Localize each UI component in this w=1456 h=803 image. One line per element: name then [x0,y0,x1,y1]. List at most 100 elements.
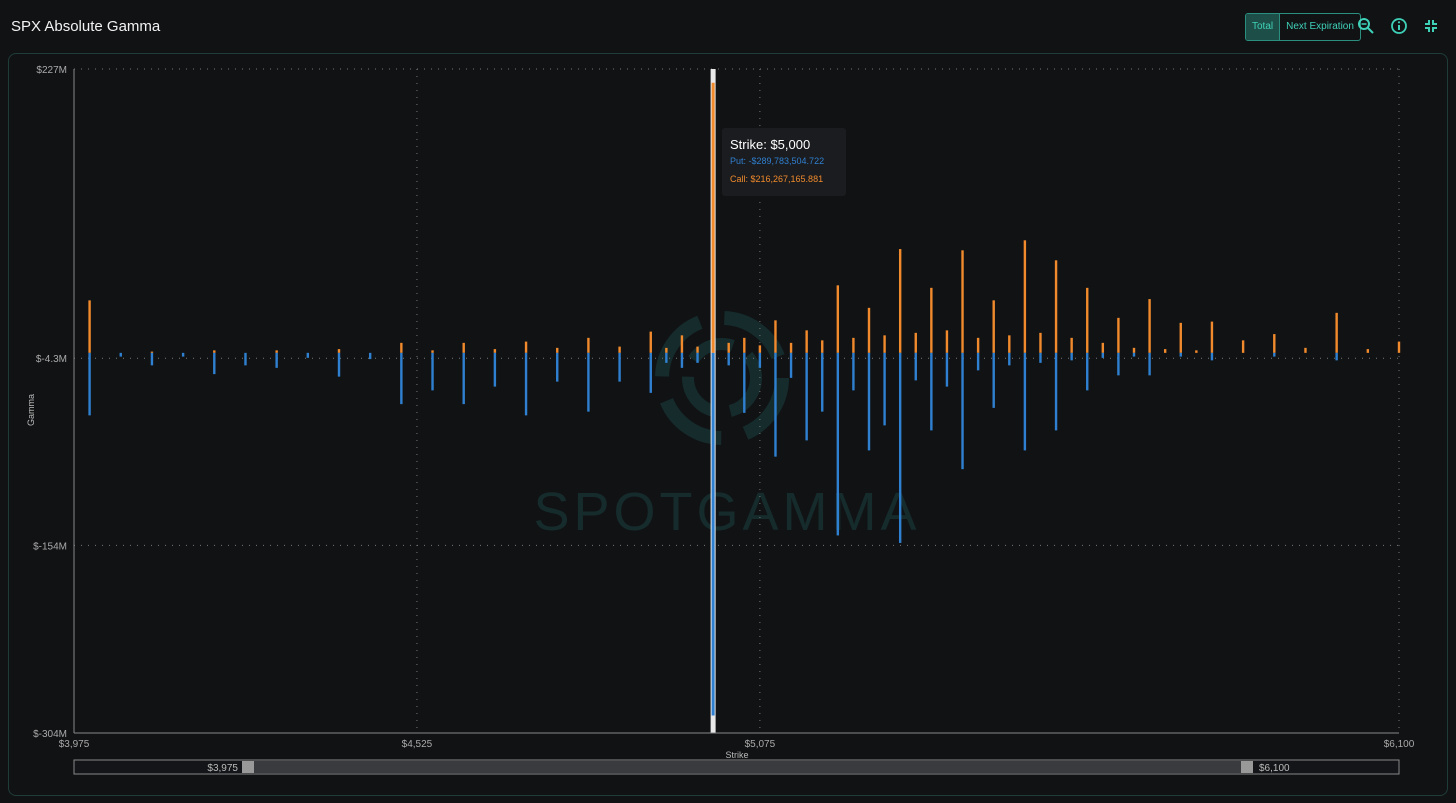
call-bar [649,331,652,353]
slider-handle-right[interactable] [1241,761,1253,773]
call-bar [680,335,684,353]
call-bar [1008,335,1011,353]
put-bar [821,352,824,412]
put-bar [1008,352,1011,366]
call-bar [1397,341,1401,353]
put-bar [696,352,699,363]
put-bar [743,352,746,413]
put-bar [665,352,668,363]
slider-selected-range[interactable] [248,761,1246,773]
call-bar [867,307,871,353]
y-tick-label: $227M [36,65,67,76]
call-bar [1023,240,1027,353]
put-bar [1335,352,1338,361]
put-bar [945,352,949,387]
call-bar [431,350,434,353]
call-bar [556,347,559,353]
put-bar [88,352,91,416]
call-bar [1117,317,1120,353]
y-axis-title: Gamma [26,394,36,426]
put-bar [244,352,247,366]
call-bar [213,350,216,353]
put-bar [556,352,559,382]
put-bar [976,352,980,371]
call-bar [898,249,902,353]
put-bar [337,352,341,377]
put-bar [649,352,652,393]
call-bar [758,345,762,353]
call-bar [945,330,949,353]
put-bar [400,352,403,405]
call-bar [462,342,465,353]
put-bar [431,352,434,391]
put-bar [618,352,621,382]
put-bar [930,352,933,431]
call-bar [727,342,730,353]
tooltip-call: Call: $216,267,165.881 [730,174,824,184]
call-bar [88,300,91,353]
gamma-chart: SPOTGAMMA $227M$-4.3M$-154M$-304M$3,975 $… [26,65,1415,775]
put-bar [213,352,216,375]
put-bar [789,352,793,378]
call-bar [150,351,154,353]
call-bar [493,349,497,353]
put-bar [1273,352,1276,357]
call-bar [883,335,886,353]
call-bar [1304,347,1307,353]
call-bar [789,342,793,353]
call-bar [1070,337,1073,353]
call-bar [930,287,933,353]
call-bar [774,320,777,353]
call-bar [1273,334,1276,353]
put-bar [119,352,122,357]
slider-max-label: $6,100 [1259,763,1290,774]
put-bar [1210,352,1214,361]
put-bar [836,352,840,536]
call-bar [400,342,403,353]
put-bar [275,352,278,368]
call-bar [976,337,980,353]
call-bar [1039,332,1042,353]
call-bar [805,330,808,353]
put-bar [961,352,964,470]
call-bar [1335,312,1338,353]
put-bar [150,352,154,366]
call-bar [1179,322,1182,353]
put-bar [462,352,465,405]
put-bar [1070,352,1073,361]
x-tick-label: $3,975 [59,739,90,750]
call-bar [852,337,855,353]
call-bar [1054,260,1058,353]
slider-handle-left[interactable] [242,761,254,773]
call-bar [711,82,715,353]
call-bar [1195,350,1198,353]
range-slider[interactable]: $3,975 $6,100 [73,759,1400,775]
tooltip-strike: Strike: $5,000 [730,137,811,152]
put-bar [1023,352,1027,451]
y-tick-label: $-154M [33,541,67,552]
call-bar [821,340,824,353]
put-bar [680,352,684,368]
put-bar [758,352,762,368]
put-bar [711,352,715,716]
put-bar [524,352,528,416]
call-bar [1210,321,1214,353]
put-bar [587,352,590,412]
watermark-logo: SPOTGAMMA [533,311,917,542]
put-bar [181,352,185,357]
put-bar [368,352,372,360]
call-bar [836,285,840,353]
put-bar [774,352,777,457]
call-bar [1241,340,1245,353]
put-bar [493,352,497,387]
x-axis-title: Strike [725,750,748,760]
put-bar [867,352,871,451]
tooltip-put: Put: -$289,783,504.722 [730,156,825,166]
call-bar [914,332,917,353]
call-bar [1366,349,1370,353]
put-bar [1039,352,1042,363]
put-bar [852,352,855,391]
call-bar [1132,347,1136,353]
put-bar [1179,352,1182,357]
put-bar [1086,352,1089,391]
